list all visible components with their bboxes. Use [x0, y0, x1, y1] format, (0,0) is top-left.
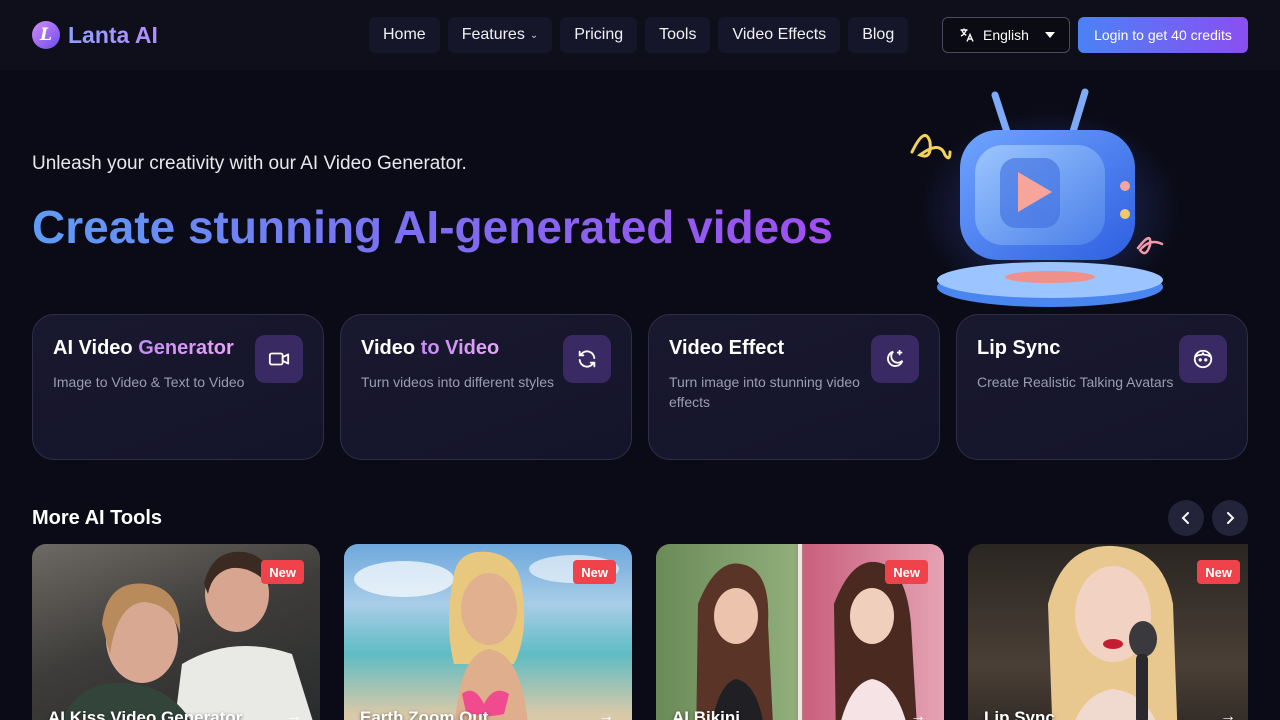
nav-video-effects-label: Video Effects	[732, 26, 827, 43]
arrow-right-icon: →	[286, 708, 302, 720]
nav-features[interactable]: Features ⌄	[447, 17, 553, 53]
arrow-right-icon: →	[910, 708, 926, 720]
carousel-prev-button[interactable]	[1168, 500, 1204, 536]
tv-illustration	[910, 88, 1180, 310]
feature-desc: Turn image into stunning video effects	[669, 374, 860, 410]
brand-name: Lanta AI	[68, 21, 158, 48]
new-badge: New	[1197, 560, 1240, 584]
tool-card-ai-bikini[interactable]: New AI Bikini →	[656, 544, 944, 720]
nav-tools[interactable]: Tools	[645, 17, 711, 53]
nav-home[interactable]: Home	[369, 17, 440, 53]
feature-title-part: Video Effect	[669, 337, 785, 359]
tool-name: Earth Zoom Out	[360, 708, 489, 720]
feature-card-video-to-video[interactable]: Video to Video Turn videos into differen…	[340, 314, 632, 460]
nav-blog[interactable]: Blog	[848, 17, 909, 53]
language-selector[interactable]: English	[942, 17, 1070, 53]
tool-name: Lip Sync	[984, 708, 1055, 720]
new-badge: New	[261, 560, 304, 584]
login-button[interactable]: Login to get 40 credits	[1078, 17, 1248, 53]
nav-video-effects[interactable]: Video Effects	[718, 17, 841, 53]
nav-pricing[interactable]: Pricing	[560, 17, 638, 53]
feature-card-video-effect[interactable]: Video Effect Turn image into stunning vi…	[648, 314, 940, 460]
main-nav: Home Features ⌄ Pricing Tools Video Effec…	[369, 17, 909, 53]
translate-icon	[960, 28, 974, 42]
nav-features-label: Features	[461, 26, 525, 43]
nav-home-label: Home	[383, 26, 426, 43]
new-badge: New	[573, 560, 616, 584]
caret-down-icon	[1044, 32, 1055, 38]
feature-desc: Create Realistic Talking Avatars	[977, 374, 1174, 390]
arrow-right-icon: →	[598, 708, 614, 720]
chevron-right-icon	[1227, 512, 1235, 524]
tool-name: AI Bikini	[672, 708, 741, 720]
new-badge: New	[885, 560, 928, 584]
arrow-right-icon: →	[1220, 708, 1236, 720]
feature-title-part: Video	[361, 337, 421, 359]
top-header: L Lanta AI Home Features ⌄ Pricing Tools …	[0, 0, 1280, 70]
brand-logo[interactable]: L Lanta AI	[32, 21, 158, 49]
feature-title-part: Lip Sync	[977, 337, 1061, 359]
nav-pricing-label: Pricing	[574, 26, 624, 43]
feature-card-lip-sync[interactable]: Lip Sync Create Realistic Talking Avatar…	[956, 314, 1248, 460]
carousel-next-button[interactable]	[1212, 500, 1248, 536]
nav-blog-label: Blog	[862, 26, 895, 43]
chevron-left-icon	[1181, 512, 1189, 524]
moon-sparkle-icon	[871, 335, 919, 383]
feature-title-highlight: Generator	[138, 337, 234, 359]
tool-card-earth-zoom-out[interactable]: New Earth Zoom Out →	[344, 544, 632, 720]
logo-icon: L	[32, 21, 60, 49]
tool-card-ai-kiss[interactable]: New AI Kiss Video Generator →	[32, 544, 320, 720]
feature-desc: Turn videos into different styles	[361, 374, 554, 390]
tool-card-lip-sync[interactable]: New Lip Sync →	[968, 544, 1248, 720]
more-tools-title: More AI Tools	[32, 507, 162, 529]
feature-title-part: AI Video	[53, 337, 139, 359]
face-icon	[1179, 335, 1227, 383]
hero-headline: Create stunning AI-generated videos	[32, 201, 833, 253]
refresh-icon	[563, 335, 611, 383]
nav-tools-label: Tools	[659, 26, 697, 43]
language-label: English	[983, 27, 1029, 43]
chevron-down-icon: ⌄	[529, 29, 539, 41]
feature-title-highlight: to Video	[420, 337, 500, 359]
tool-name: AI Kiss Video Generator	[48, 708, 243, 720]
video-camera-icon	[255, 335, 303, 383]
feature-card-ai-video-generator[interactable]: AI Video Generator Image to Video & Text…	[32, 314, 324, 460]
feature-desc: Image to Video & Text to Video	[53, 374, 245, 390]
hero-tagline: Unleash your creativity with our AI Vide…	[32, 153, 467, 174]
